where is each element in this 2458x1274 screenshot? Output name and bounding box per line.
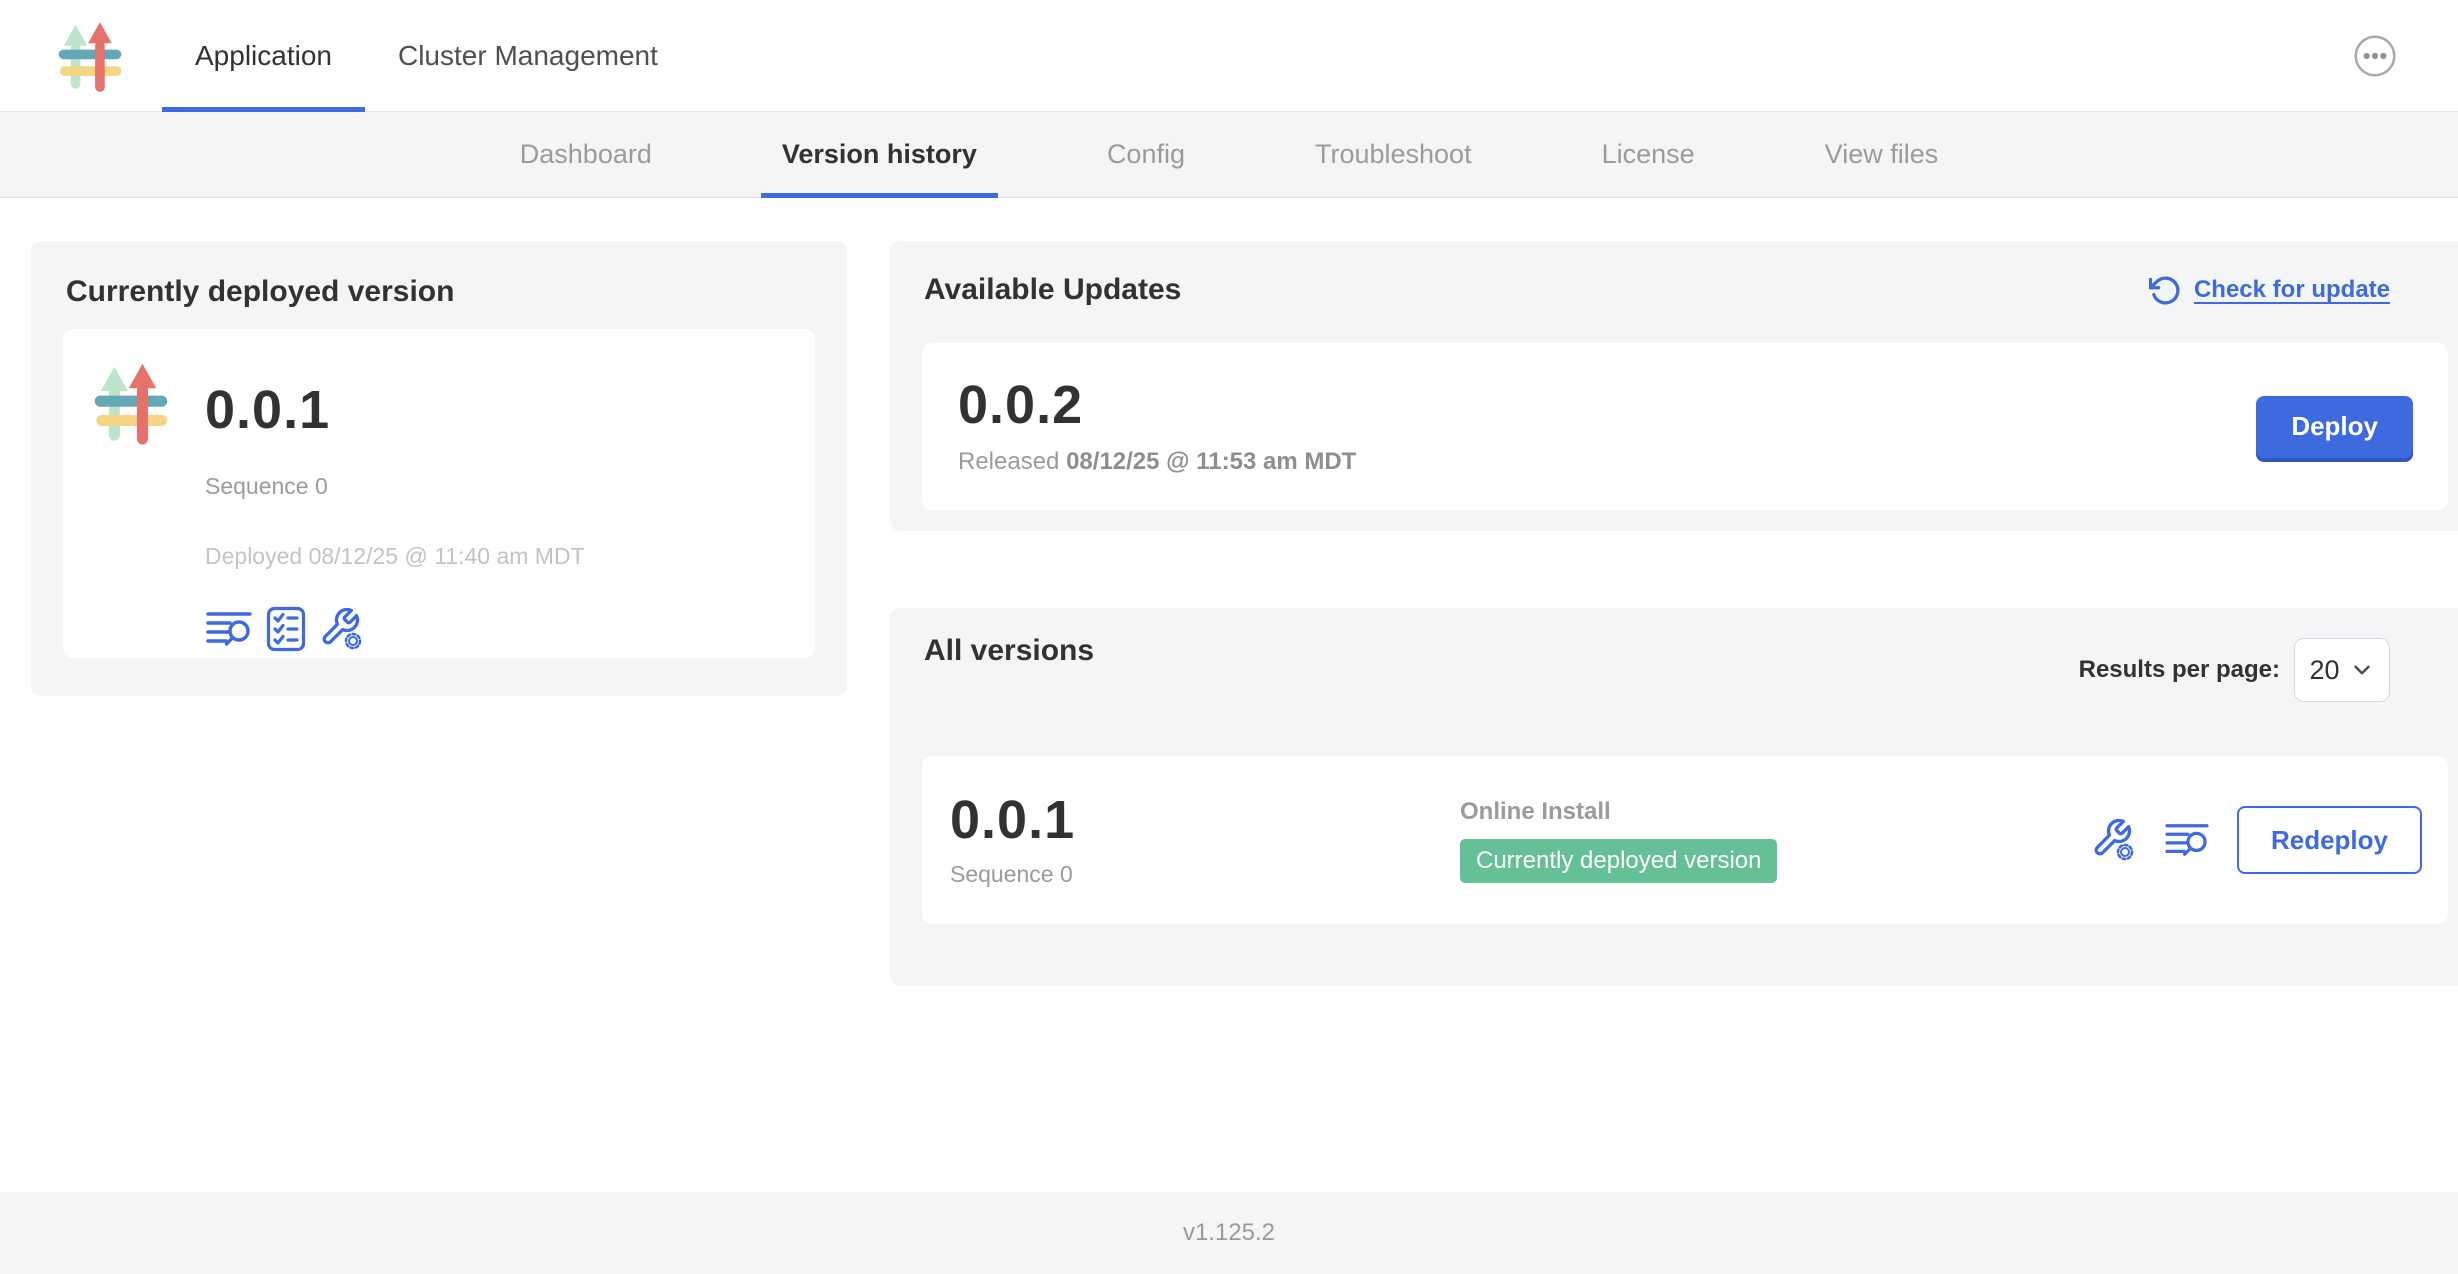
subtab-dashboard-label: Dashboard <box>520 139 652 170</box>
top-nav-tabs: Application Cluster Management <box>162 0 691 111</box>
config-wrench-icon[interactable] <box>319 606 365 652</box>
currently-deployed-card: Currently deployed version 0.0.1 Sequenc… <box>31 241 847 696</box>
all-versions-card: All versions Results per page: 20 <box>890 608 2458 986</box>
more-options-button[interactable] <box>2350 31 2400 81</box>
view-logs-icon[interactable] <box>2164 821 2210 859</box>
view-logs-icon[interactable] <box>205 609 253 649</box>
deployed-sequence: Sequence 0 <box>205 473 585 500</box>
app-logo-icon <box>94 357 168 449</box>
subtab-view-files-label: View files <box>1825 139 1939 170</box>
main-content: Currently deployed version 0.0.1 Sequenc… <box>0 198 2458 1192</box>
config-wrench-icon[interactable] <box>2091 817 2137 863</box>
results-per-page-select[interactable]: 20 <box>2294 638 2390 702</box>
chevron-down-icon <box>2349 657 2375 683</box>
results-per-page-label: Results per page: <box>2079 656 2280 684</box>
all-versions-title: All versions <box>924 634 1094 668</box>
subtab-version-history[interactable]: Version history <box>761 112 998 197</box>
install-type-label: Online Install <box>1460 798 2091 826</box>
tab-cluster-management[interactable]: Cluster Management <box>365 0 691 111</box>
tab-application-label: Application <box>195 40 332 72</box>
footer: v1.125.2 <box>0 1192 2458 1274</box>
subtab-troubleshoot-label: Troubleshoot <box>1315 139 1472 170</box>
row-sequence: Sequence 0 <box>950 861 1460 888</box>
admin-console-page: Application Cluster Management Dashboard… <box>0 0 2458 1274</box>
subtab-license-label: License <box>1602 139 1695 170</box>
subtab-version-history-label: Version history <box>782 139 977 170</box>
version-row: 0.0.1 Sequence 0 Online Install Currentl… <box>922 756 2448 924</box>
deployed-timestamp: Deployed 08/12/25 @ 11:40 am MDT <box>205 543 585 570</box>
update-row: 0.0.2 Released 08/12/25 @ 11:53 am MDT D… <box>922 343 2448 510</box>
deployed-version-panel: 0.0.1 Sequence 0 Deployed 08/12/25 @ 11:… <box>63 329 815 658</box>
available-updates-title: Available Updates <box>924 273 1181 307</box>
available-updates-card: Available Updates Check for update 0.0.2 <box>890 241 2458 531</box>
subtab-config[interactable]: Config <box>1086 112 1206 197</box>
row-version-number: 0.0.1 <box>950 793 1460 847</box>
currently-deployed-badge: Currently deployed version <box>1460 839 1777 883</box>
subtab-view-files[interactable]: View files <box>1804 112 1960 197</box>
row-actions: Redeploy <box>2091 806 2422 874</box>
update-version-number: 0.0.2 <box>958 378 1356 432</box>
redeploy-button[interactable]: Redeploy <box>2237 806 2422 874</box>
console-version-label: v1.125.2 <box>1183 1219 1275 1247</box>
check-for-update-label: Check for update <box>2194 276 2390 304</box>
subtab-config-label: Config <box>1107 139 1185 170</box>
top-nav: Application Cluster Management <box>0 0 2458 112</box>
results-per-page: Results per page: 20 <box>2079 638 2390 702</box>
deploy-button[interactable]: Deploy <box>2256 396 2413 458</box>
app-sub-nav: Dashboard Version history Config Trouble… <box>0 112 2458 198</box>
refresh-icon <box>2149 274 2182 307</box>
ellipsis-circle-icon <box>2350 31 2400 81</box>
deployed-actions <box>205 606 585 652</box>
deployed-version-number: 0.0.1 <box>205 383 585 437</box>
check-for-update-link[interactable]: Check for update <box>2149 274 2390 307</box>
results-per-page-value: 20 <box>2309 655 2339 686</box>
currently-deployed-title: Currently deployed version <box>66 275 847 309</box>
tab-application[interactable]: Application <box>162 0 365 111</box>
app-logo-icon <box>58 20 122 92</box>
released-timestamp: 08/12/25 @ 11:53 am MDT <box>1066 448 1356 475</box>
released-label: Released <box>958 448 1059 475</box>
subtab-troubleshoot[interactable]: Troubleshoot <box>1294 112 1493 197</box>
subtab-license[interactable]: License <box>1581 112 1716 197</box>
preflight-checks-icon[interactable] <box>266 606 306 652</box>
subtab-dashboard[interactable]: Dashboard <box>499 112 673 197</box>
tab-cluster-management-label: Cluster Management <box>398 40 658 72</box>
